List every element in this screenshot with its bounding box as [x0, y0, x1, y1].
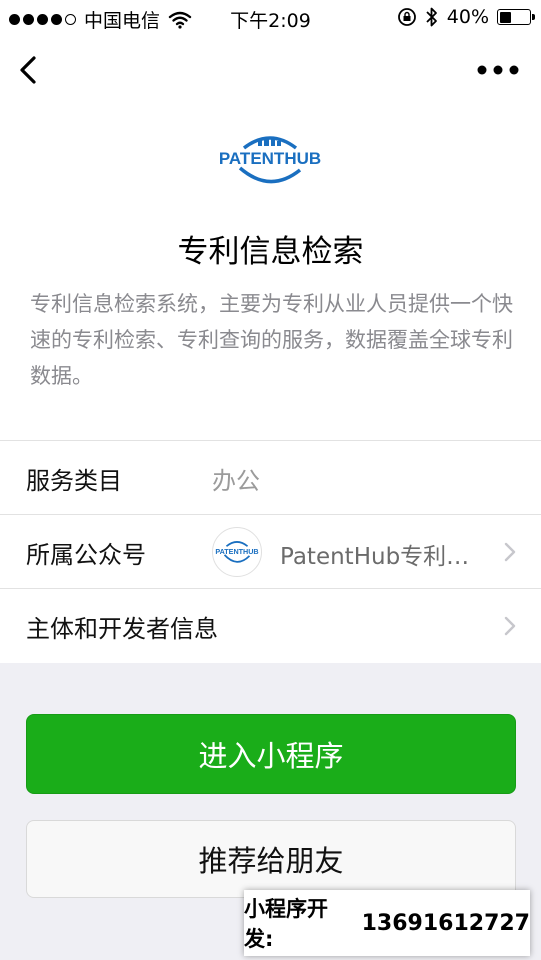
developer-label: 主体和开发者信息 — [26, 615, 218, 643]
bluetooth-icon — [426, 7, 437, 27]
chevron-right-icon — [504, 616, 516, 636]
account-name: PatentHub专利检索 — [280, 544, 485, 570]
category-value: 办公 — [212, 467, 260, 495]
logo-text: PATENTHUB — [219, 149, 321, 168]
account-avatar: PATENTHUB — [212, 527, 262, 577]
watermark-label: 小程序开发: — [244, 897, 328, 951]
battery-percent: 40% — [446, 6, 489, 28]
info-list: 服务类目 办公 所属公众号 PATENTHUB PatentHub专利检索 主体… — [0, 440, 541, 663]
lock-rotation-icon — [397, 8, 416, 26]
battery-fill — [499, 11, 512, 23]
watermark-phone: 13691612727 — [361, 910, 530, 936]
recommend-to-friend-button[interactable]: 推荐给朋友 — [26, 820, 516, 898]
category-row: 服务类目 办公 — [0, 441, 541, 515]
app-logo: PATENTHUB — [219, 136, 321, 184]
profile-card: 中国电信 下午2:09 40% PATENTHUB 专利信息检索 专利信息检索系… — [0, 0, 541, 663]
category-label: 服务类目 — [26, 467, 122, 495]
app-title: 专利信息检索 — [177, 234, 364, 270]
more-icon[interactable] — [477, 60, 519, 80]
chevron-right-icon — [504, 542, 516, 562]
watermark-banner: 小程序开发: 13691612727 — [244, 890, 530, 956]
enter-miniprogram-button[interactable]: 进入小程序 — [26, 714, 516, 794]
back-icon[interactable] — [14, 52, 46, 88]
avatar-logo-text: PATENTHUB — [215, 547, 258, 556]
battery-icon — [497, 9, 535, 25]
app-description: 专利信息检索系统，主要为专利从业人员提供一个快速的专利检索、专利查询的服务，数据… — [30, 292, 513, 388]
status-right: 40% — [397, 6, 535, 28]
account-label: 所属公众号 — [26, 541, 146, 569]
status-bar: 中国电信 下午2:09 40% — [0, 0, 541, 36]
developer-row[interactable]: 主体和开发者信息 — [0, 589, 541, 663]
account-row[interactable]: 所属公众号 PATENTHUB PatentHub专利检索 — [0, 515, 541, 589]
